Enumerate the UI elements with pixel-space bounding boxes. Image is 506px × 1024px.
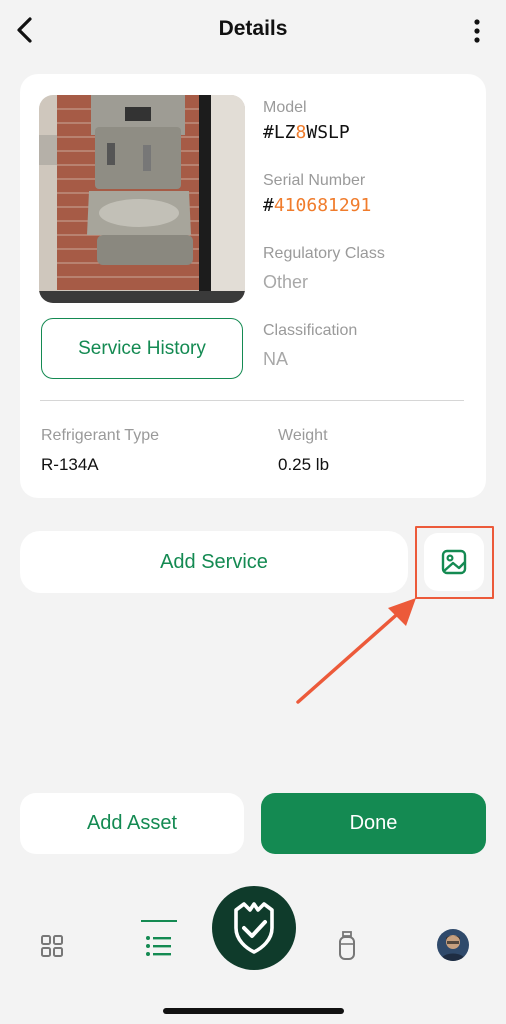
- asset-photo[interactable]: [39, 95, 245, 303]
- avatar-image: [437, 929, 469, 961]
- refrigerant-type-value: R-134A: [41, 455, 99, 474]
- header-bar: Details: [0, 0, 506, 60]
- weight-label: Weight: [278, 427, 328, 444]
- nav-dashboard[interactable]: [36, 930, 68, 962]
- more-options-button[interactable]: [466, 16, 488, 46]
- model-value: #LZ8WSLP: [263, 122, 350, 143]
- grid-icon: [41, 935, 63, 957]
- annotation-arrow: [296, 598, 416, 704]
- asset-details-card: Service History Model #LZ8WSLP Serial Nu…: [20, 74, 486, 498]
- regulatory-class-value: Other: [263, 272, 309, 292]
- model-highlight: 8: [295, 122, 307, 143]
- center-action-button[interactable]: [212, 886, 296, 970]
- add-service-button[interactable]: Add Service: [20, 531, 408, 593]
- page-title: Details: [218, 17, 288, 40]
- classification-value: NA: [263, 349, 289, 369]
- classification-label: Classification: [263, 322, 358, 339]
- shield-check-icon: [234, 902, 274, 954]
- serial-digits: 410681291: [273, 195, 372, 216]
- regulatory-class-label: Regulatory Class: [263, 245, 385, 262]
- service-history-button[interactable]: Service History: [41, 318, 243, 379]
- water-fountain-image: [39, 95, 245, 303]
- serial-number-value: #410681291: [263, 195, 371, 216]
- model-label: Model: [263, 99, 307, 116]
- serial-number-label: Serial Number: [263, 172, 366, 189]
- card-divider: [40, 400, 464, 401]
- weight-value: 0.25 lb: [278, 455, 330, 474]
- cylinder-icon: [339, 931, 355, 960]
- image-icon: [441, 549, 467, 575]
- nav-active-indicator: [141, 920, 177, 922]
- profile-avatar[interactable]: [437, 929, 469, 961]
- kebab-menu-icon: [474, 19, 480, 43]
- nav-list[interactable]: [143, 930, 175, 962]
- done-button[interactable]: Done: [261, 793, 486, 854]
- model-suffix: WSLP: [306, 122, 350, 143]
- refrigerant-type-label: Refrigerant Type: [41, 427, 159, 444]
- home-indicator: [163, 1008, 344, 1014]
- list-icon: [146, 936, 171, 956]
- add-asset-button[interactable]: Add Asset: [20, 793, 244, 854]
- nav-refrigerant[interactable]: [333, 929, 361, 963]
- add-image-button[interactable]: [424, 533, 484, 591]
- serial-prefix: #: [263, 195, 274, 216]
- model-prefix: #LZ: [263, 122, 296, 143]
